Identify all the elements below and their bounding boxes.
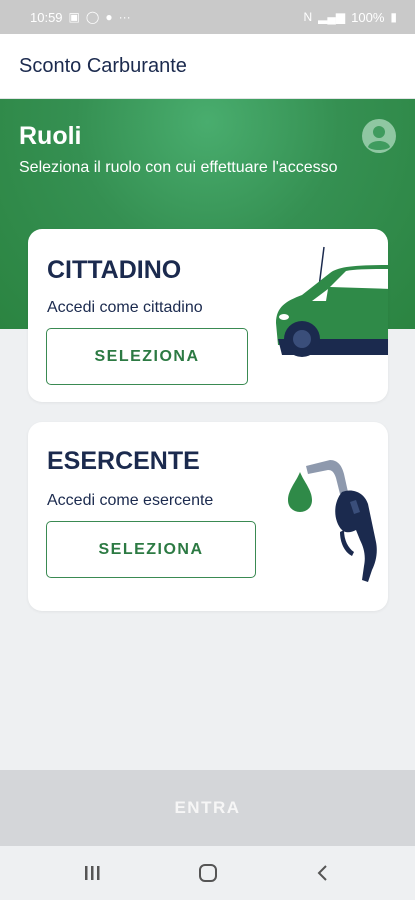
nfc-icon: N (303, 10, 313, 24)
signal-icon: ▂▄▆ (318, 10, 346, 24)
gallery-notification-icon: ▣ (68, 10, 80, 24)
role-title: ESERCENTE (47, 447, 200, 475)
battery-icon: ▮ (390, 10, 397, 24)
page-title: Ruoli (19, 122, 82, 150)
enter-button-label: ENTRA (174, 798, 241, 817)
notification-icon: ● (105, 10, 113, 24)
status-right: N ▂▄▆ 100% ▮ (304, 10, 398, 25)
system-nav-bar (0, 846, 415, 900)
select-cittadino-button[interactable]: SELEZIONA (46, 328, 248, 385)
role-title: CITTADINO (47, 256, 182, 284)
select-button-label: SELEZIONA (98, 540, 204, 558)
enter-button[interactable]: ENTRA (0, 770, 415, 846)
role-description: Accedi come esercente (47, 492, 214, 509)
role-card-esercente: ESERCENTE Accedi come esercente SELEZION… (28, 422, 388, 611)
back-icon[interactable] (310, 860, 336, 886)
car-icon (276, 246, 388, 357)
role-card-cittadino: CITTADINO Accedi come cittadino SELEZION… (28, 229, 388, 402)
recent-apps-icon[interactable] (79, 860, 105, 886)
whatsapp-notification-icon: ◯ (85, 10, 100, 24)
fuel-nozzle-icon (288, 460, 377, 582)
more-notifications-icon: ··· (118, 10, 131, 24)
account-circle-icon[interactable] (361, 118, 397, 154)
status-bar: 10:59 ▣ ◯ ● ··· N ▂▄▆ 100% ▮ (0, 0, 415, 34)
select-button-label: SELEZIONA (94, 347, 200, 365)
page-subtitle: Seleziona il ruolo con cui effettuare l'… (19, 159, 338, 176)
select-esercente-button[interactable]: SELEZIONA (46, 521, 256, 578)
status-time: 10:59 (30, 9, 63, 25)
status-left: 10:59 ▣ ◯ ● ··· (30, 10, 131, 25)
app-title: Sconto Carburante (19, 54, 187, 77)
role-description: Accedi come cittadino (47, 299, 203, 316)
battery-level: 100% (351, 9, 385, 25)
home-icon[interactable] (195, 860, 221, 886)
app-bar: Sconto Carburante (0, 34, 415, 99)
